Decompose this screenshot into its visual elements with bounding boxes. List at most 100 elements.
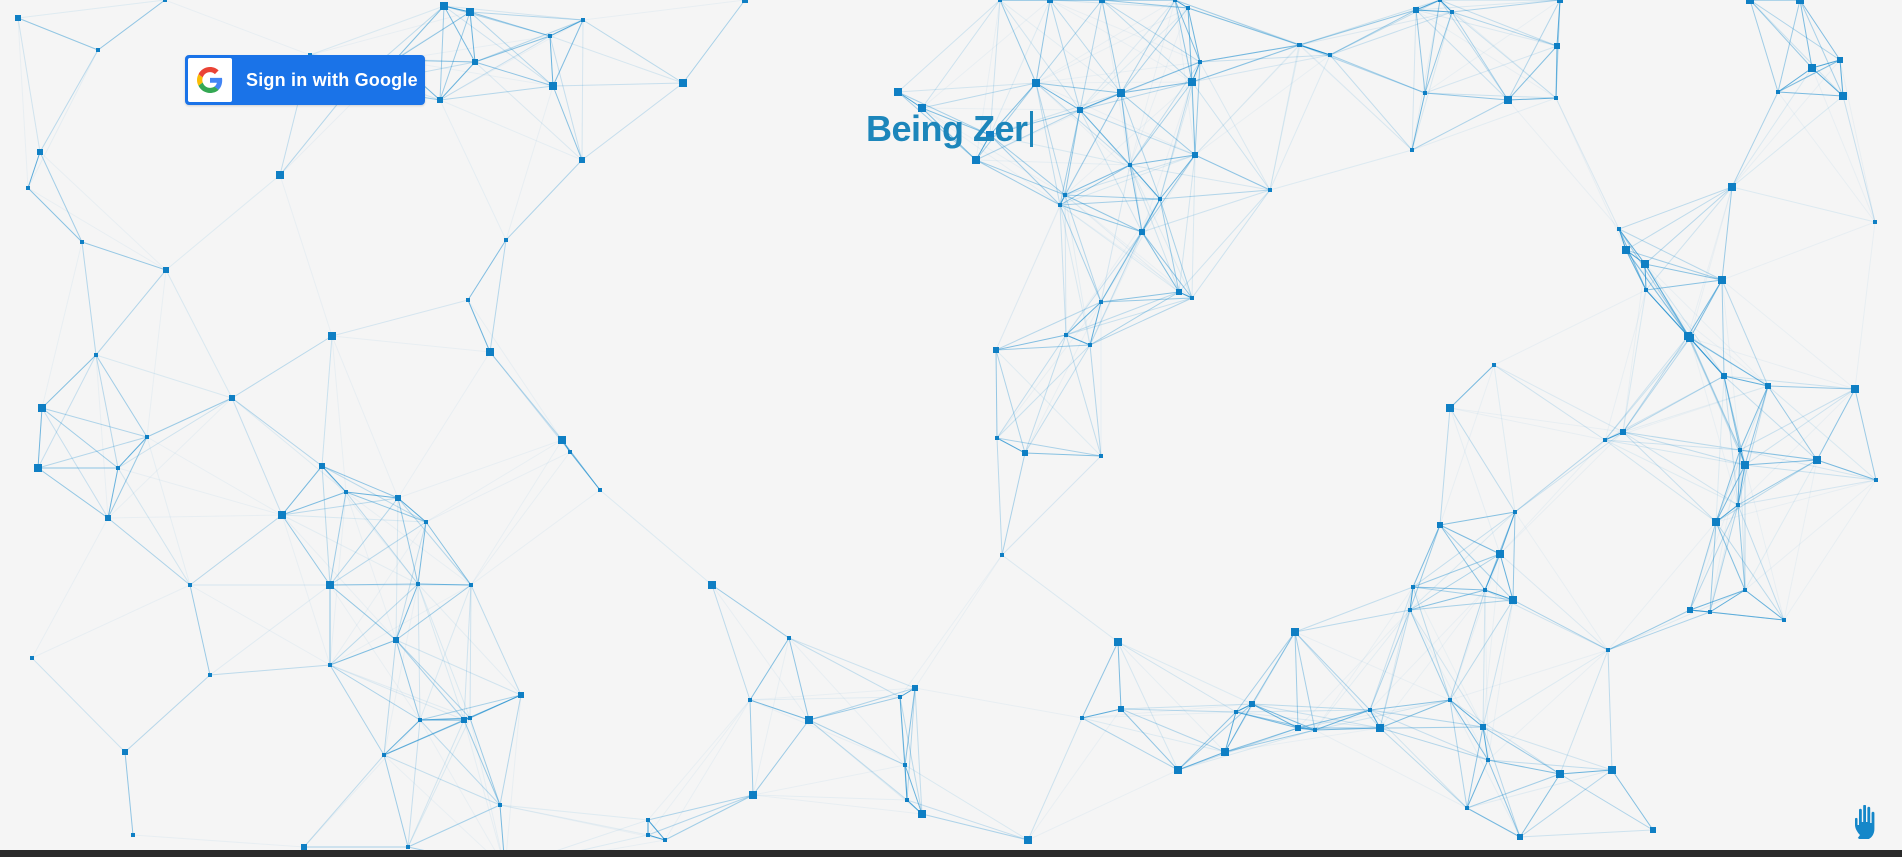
network-edge (996, 437, 1003, 556)
network-edge (1027, 717, 1083, 841)
network-edge (189, 584, 331, 666)
network-edge (1749, 0, 1841, 61)
network-edge (17, 17, 29, 189)
network-node (1117, 89, 1125, 97)
network-edge (231, 335, 333, 399)
network-edge (81, 241, 97, 356)
network-edge (1001, 452, 1026, 556)
network-edge (1424, 92, 1509, 101)
network-edge (439, 99, 583, 161)
network-node (1411, 585, 1415, 589)
network-edge (1854, 221, 1876, 390)
network-edge (1689, 279, 1723, 339)
network-edge (1842, 95, 1876, 223)
network-node (1234, 710, 1238, 714)
network-node (395, 495, 401, 501)
network-edge (439, 85, 554, 101)
network-node (26, 186, 30, 190)
network-node (1509, 596, 1517, 604)
network-node (1291, 628, 1299, 636)
network-edge (1235, 631, 1296, 713)
network-node (1437, 522, 1443, 528)
network-node (1022, 450, 1028, 456)
network-edge (1783, 459, 1818, 621)
network-edge (1001, 554, 1119, 643)
network-node (1839, 92, 1847, 100)
network-edge (107, 517, 191, 586)
network-edge (1194, 154, 1271, 191)
network-node (679, 79, 687, 87)
network-node (1492, 363, 1496, 367)
network-edge (1369, 609, 1411, 711)
network-node (1620, 429, 1626, 435)
network-node (1139, 229, 1145, 235)
network-edge (788, 637, 901, 698)
network-edge (1604, 439, 1746, 466)
network-edge (1449, 407, 1501, 555)
network-edge (107, 467, 119, 519)
network-node (549, 82, 557, 90)
network-edge (1644, 263, 1691, 339)
network-edge (1064, 194, 1193, 299)
network-edge (499, 804, 505, 850)
network-edge (1721, 186, 1733, 281)
network-node (382, 753, 386, 757)
network-edge (1411, 0, 1441, 151)
network-edge (331, 335, 399, 499)
network-node (581, 18, 585, 22)
network-edge (1329, 54, 1413, 151)
network-edge (321, 465, 331, 586)
raised-hand-icon[interactable] (1852, 805, 1886, 839)
network-edge (1816, 388, 1856, 461)
network-edge (146, 436, 283, 516)
network-edge (1035, 82, 1196, 156)
network-edge (469, 694, 522, 719)
network-edge (788, 637, 916, 689)
network-edge (439, 99, 507, 241)
network-edge (383, 583, 419, 756)
network-node (1644, 288, 1648, 292)
network-edge (1607, 611, 1711, 651)
network-edge (470, 584, 522, 696)
network-edge (1618, 228, 1723, 281)
network-edge (463, 719, 501, 850)
network-edge (749, 699, 810, 721)
network-node (1782, 618, 1786, 622)
network-edge (906, 799, 1029, 841)
network-edge (1001, 455, 1102, 556)
network-edge (1024, 301, 1102, 454)
network-node (1024, 836, 1032, 844)
network-edge (582, 0, 746, 21)
network-node (1718, 276, 1726, 284)
network-node (1776, 90, 1780, 94)
network-edge (27, 187, 167, 271)
google-sign-in-button[interactable]: Sign in with Google (185, 55, 425, 105)
network-edge (489, 239, 507, 353)
network-node (1603, 438, 1607, 442)
network-edge (165, 174, 281, 271)
network-edge (1079, 7, 1189, 111)
network-node (548, 34, 552, 38)
network-edge (397, 497, 427, 523)
network-edge (996, 344, 1091, 439)
network-node (742, 0, 748, 3)
network-edge (788, 637, 810, 721)
network-edge (417, 583, 471, 719)
network-edge (124, 674, 211, 753)
network-edge (1559, 649, 1609, 775)
network-edge (552, 82, 684, 87)
network-edge (1117, 641, 1122, 710)
network-edge (107, 514, 283, 519)
network-edge (1412, 524, 1441, 588)
network-edge (897, 0, 1001, 93)
network-edge (1269, 44, 1300, 191)
network-edge (1174, 0, 1331, 56)
network-edge (1412, 553, 1501, 588)
network-edge (165, 269, 233, 399)
network-node (894, 88, 902, 96)
network-node (188, 583, 192, 587)
network-edge (1723, 375, 1741, 451)
network-edge (395, 639, 465, 721)
network-edge (1618, 228, 1691, 339)
network-edge (921, 813, 1029, 841)
